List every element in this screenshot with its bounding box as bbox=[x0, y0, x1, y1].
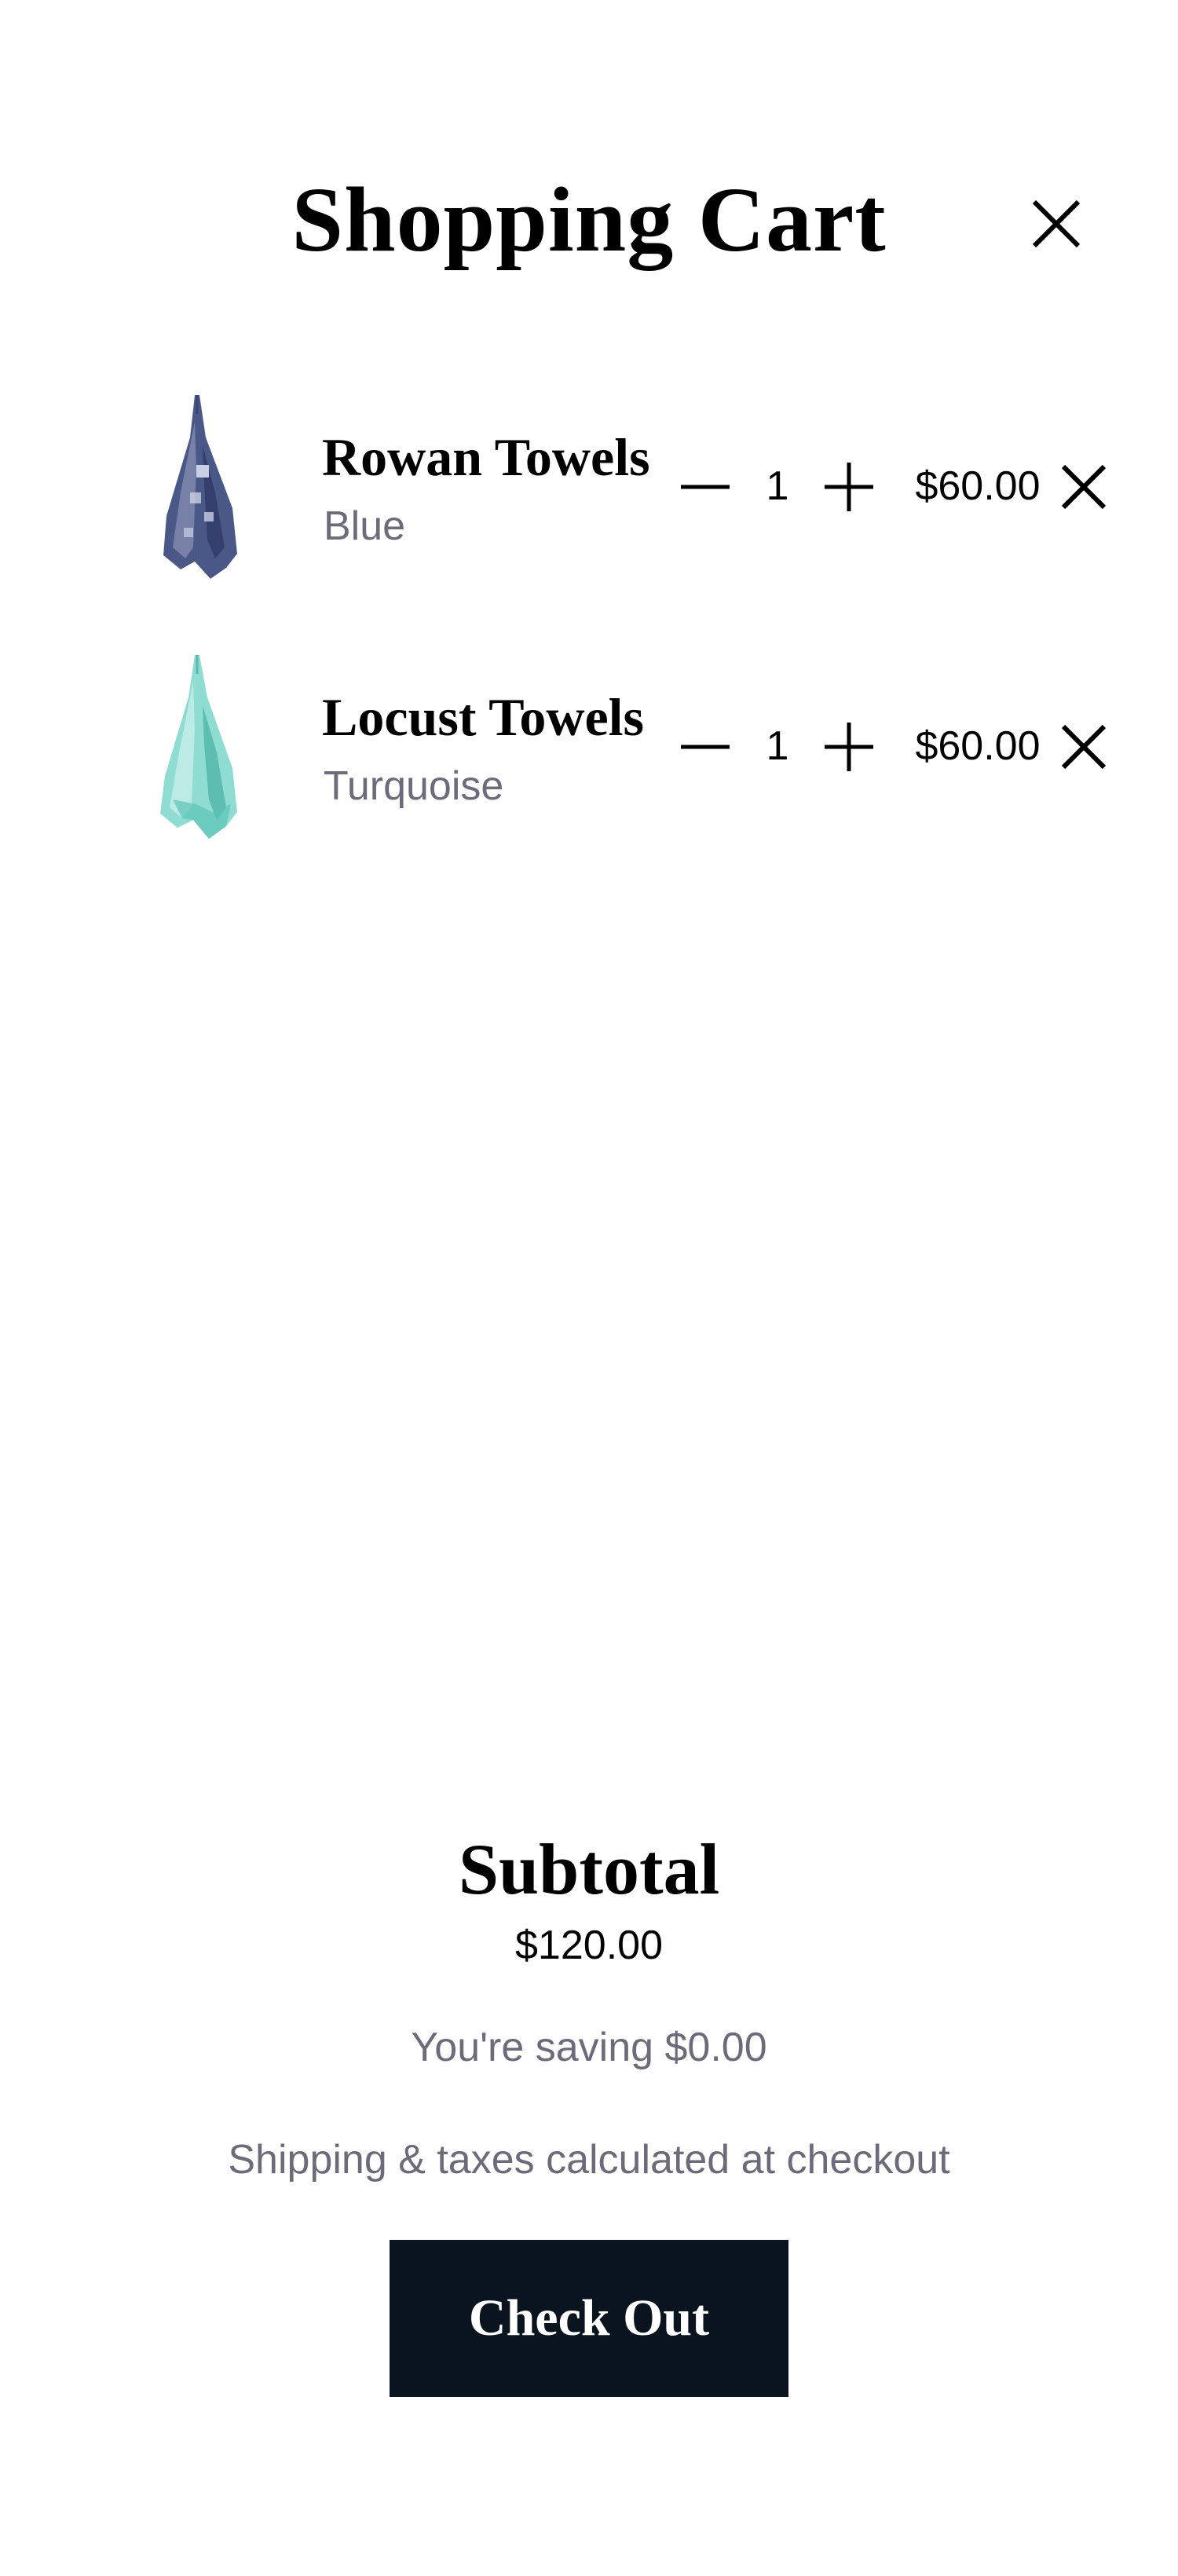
checkout-button[interactable]: Check Out bbox=[390, 2240, 788, 2397]
quantity-value: 1 bbox=[766, 723, 789, 769]
close-icon bbox=[1061, 724, 1107, 770]
shipping-note: Shipping & taxes calculated at checkout bbox=[228, 2137, 950, 2183]
savings-text: You're saving $0.00 bbox=[411, 2025, 767, 2070]
remove-item-button[interactable] bbox=[1048, 452, 1119, 522]
minus-icon bbox=[680, 485, 730, 488]
remove-item-button[interactable] bbox=[1048, 712, 1119, 782]
close-cart-button[interactable] bbox=[1013, 181, 1099, 267]
increase-quantity-button[interactable] bbox=[815, 713, 882, 780]
item-name[interactable]: Rowan Towels bbox=[322, 426, 650, 488]
minus-icon bbox=[680, 745, 730, 748]
close-icon bbox=[1061, 464, 1107, 510]
subtotal-value: $120.00 bbox=[515, 1923, 663, 1968]
plus-icon bbox=[824, 722, 873, 771]
plus-icon bbox=[824, 462, 873, 511]
cart-item-rowan-towels: Rowan Towels Blue 1 $60.00 bbox=[0, 382, 1178, 595]
quantity-value: 1 bbox=[766, 463, 789, 509]
decrease-quantity-button[interactable] bbox=[671, 713, 738, 780]
item-price: $60.00 bbox=[915, 463, 1041, 509]
increase-quantity-button[interactable] bbox=[815, 453, 882, 520]
item-variant: Turquoise bbox=[324, 763, 504, 809]
close-icon bbox=[1032, 199, 1081, 248]
cart-item-locust-towels: Locust Towels Turquoise 1 $60.00 bbox=[0, 642, 1178, 854]
page-title: Shopping Cart bbox=[291, 168, 887, 271]
towel-image-blue[interactable] bbox=[149, 390, 251, 587]
towel-image-turquoise[interactable] bbox=[149, 650, 251, 847]
subtotal-label: Subtotal bbox=[458, 1829, 720, 1909]
item-variant: Blue bbox=[324, 503, 406, 549]
decrease-quantity-button[interactable] bbox=[671, 453, 738, 520]
item-price: $60.00 bbox=[915, 723, 1041, 769]
item-name[interactable]: Locust Towels bbox=[322, 686, 644, 748]
